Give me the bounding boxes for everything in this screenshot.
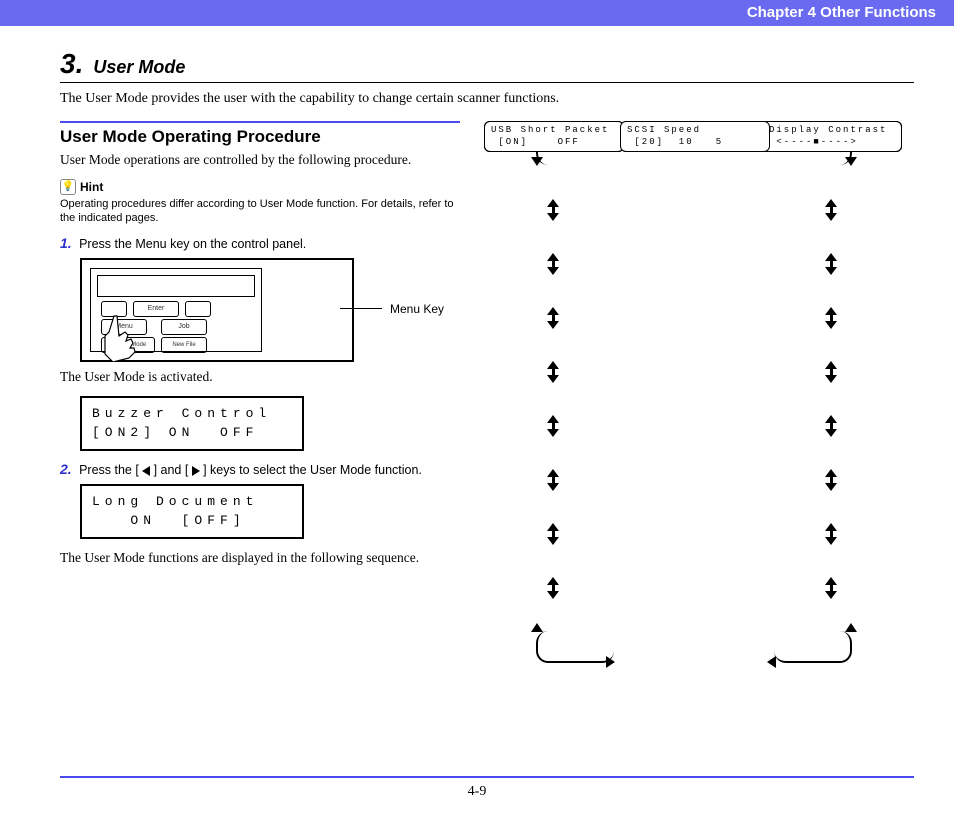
step-2-number: 2. [60,461,72,477]
step-2-text-c: ] keys to select the User Mode function. [203,463,422,477]
hint-label: Hint [80,180,103,194]
box-usb-short-packet: USB Short Packet [ON] OFF [484,121,624,152]
chapter-header: Chapter 4 Other Functions [0,0,954,26]
step-2-text-a: Press the [ [79,463,139,477]
hint-text: Operating procedures differ according to… [60,197,460,226]
step-2: 2. Press the [ ] and [ ] keys to select … [60,461,460,478]
footer-rule [60,776,914,778]
section-number: 3. [60,48,83,79]
box-scsi-speed: SCSI Speed [20] 10 5 [620,121,770,152]
user-mode-sequence-diagram: [◀] [▶] Buzzer Control [ON2] ON OFF CLEA… [484,121,914,701]
step-1: 1. Press the Menu key on the control pan… [60,235,460,252]
left-arrow-icon [142,466,150,476]
step-1-result: The User Mode is activated. [60,368,460,386]
left-column: User Mode Operating Procedure User Mode … [60,121,460,701]
step-2-text-b: ] and [ [154,463,189,477]
menu-key-callout: Menu Key [390,302,444,316]
lcd-buzzer: Buzzer Control [ON2] ON OFF [80,396,304,451]
section-heading: 3. User Mode [60,48,914,83]
section-intro: The User Mode provides the user with the… [60,91,914,107]
step-1-number: 1. [60,235,72,251]
box-display-contrast: Display Contrast <----■----> [762,121,902,152]
right-column: [◀] [▶] Buzzer Control [ON2] ON OFF CLEA… [484,121,914,701]
step-2-result: The User Mode functions are displayed in… [60,549,460,567]
lcd-long-doc: Long Document ON [OFF] [80,484,304,539]
page-number: 4-9 [0,784,954,800]
subsection-intro: User Mode operations are controlled by t… [60,151,460,169]
step-1-text: Press the Menu key on the control panel. [79,237,306,251]
subsection-heading: User Mode Operating Procedure [60,127,460,147]
hint-icon: 💡 [60,179,76,195]
right-arrow-icon [192,466,200,476]
section-title: User Mode [93,57,185,77]
control-panel-figure: Enter Menu Job Bypass Mode New File Menu… [80,258,354,362]
